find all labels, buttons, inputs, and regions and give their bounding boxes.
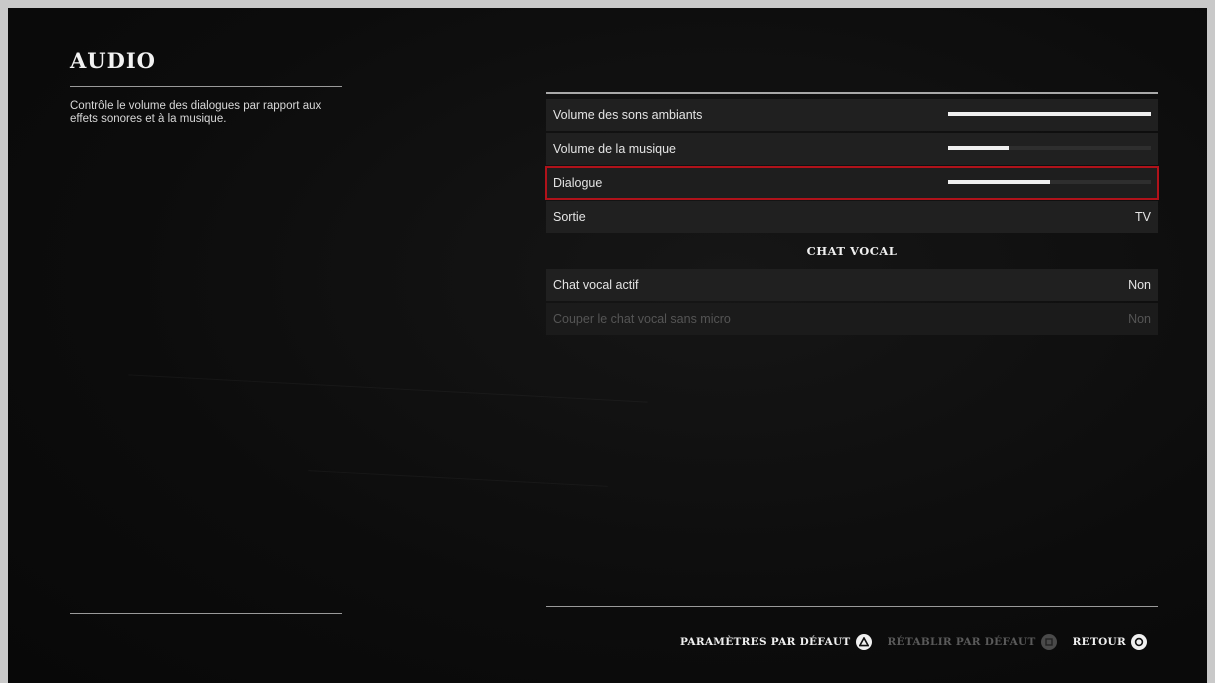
slider-fill: [948, 180, 1050, 184]
square-button-icon: [1040, 634, 1057, 650]
circle-button-icon: [1131, 634, 1147, 650]
title-divider: [70, 86, 342, 87]
triangle-button-icon: [855, 634, 872, 650]
ambient-volume-slider[interactable]: [948, 112, 1151, 116]
slider-fill: [948, 146, 1009, 150]
music-volume-slider[interactable]: [948, 146, 1151, 150]
restore-default-label: RÉTABLIR PAR DÉFAUT: [887, 636, 1036, 648]
setting-value: TV: [1135, 210, 1151, 224]
setting-label: Sortie: [553, 210, 586, 224]
back-label: RETOUR: [1072, 636, 1126, 648]
setting-row-output[interactable]: Sortie TV: [546, 201, 1158, 233]
setting-row-voice-chat-active[interactable]: Chat vocal actif Non: [546, 269, 1158, 301]
settings-top-divider: [546, 92, 1158, 94]
default-params-label: PARAMÈTRES PAR DÉFAUT: [679, 636, 851, 648]
setting-value: Non: [1128, 312, 1151, 326]
settings-list: Volume des sons ambiants Volume de la mu…: [545, 99, 1159, 337]
texture-scratch: [308, 470, 608, 487]
section-header-voice-chat: CHAT VOCAL: [806, 244, 898, 258]
setting-label: Chat vocal actif: [553, 278, 639, 292]
setting-description: Contrôle le volume des dialogues par rap…: [70, 100, 322, 125]
footer-actions: PARAMÈTRES PAR DÉFAUT RÉTABLIR PAR DÉFAU…: [670, 634, 1147, 650]
dialogue-volume-slider[interactable]: [948, 180, 1151, 184]
settings-screen: AUDIO Contrôle le volume des dialogues p…: [8, 8, 1207, 683]
page-title: AUDIO: [70, 48, 156, 73]
texture-scratch: [128, 374, 648, 403]
setting-row-mute-chat-without-mic: Couper le chat vocal sans micro Non: [546, 303, 1158, 335]
setting-row-dialogue[interactable]: Dialogue: [545, 166, 1159, 200]
setting-value: Non: [1128, 278, 1151, 292]
setting-row-ambient-volume[interactable]: Volume des sons ambiants: [546, 99, 1158, 131]
settings-bottom-divider: [546, 606, 1158, 607]
default-params-button[interactable]: PARAMÈTRES PAR DÉFAUT: [680, 634, 872, 650]
setting-label: Couper le chat vocal sans micro: [553, 312, 731, 326]
setting-row-music-volume[interactable]: Volume de la musique: [546, 133, 1158, 165]
back-button[interactable]: RETOUR: [1073, 634, 1147, 650]
left-bottom-divider: [70, 613, 342, 614]
slider-fill: [948, 112, 1151, 116]
restore-default-button[interactable]: RÉTABLIR PAR DÉFAUT: [888, 634, 1057, 650]
